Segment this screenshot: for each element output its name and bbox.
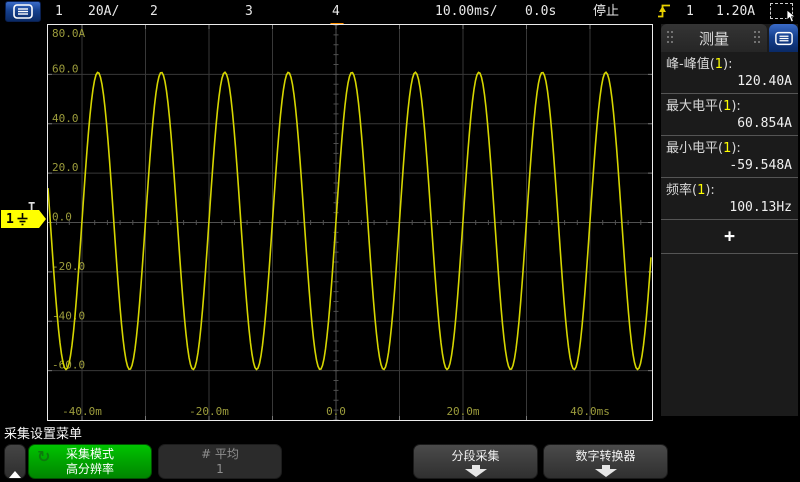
top-status-bar: 1 20A/ 2 3 4 10.00ms/ 0.0s 停止 1 1.20A [0, 0, 800, 23]
segmented-label: 分段采集 [414, 447, 537, 464]
channel-badge-number: 1 [6, 212, 14, 227]
svg-text:40.0: 40.0 [52, 112, 79, 125]
measurement-value: -59.548A [661, 157, 798, 175]
menu-icon [775, 31, 793, 46]
measurement-value: 60.854A [661, 115, 798, 133]
main-menu-button[interactable] [5, 1, 41, 22]
waveform-display: 80.0A60.040.020.00.0-20.0-40.0-60.0-40.0… [47, 24, 653, 421]
measurement-label: 最小电平(1): [661, 140, 798, 157]
measurement-list: 峰-峰值(1):120.40A最大电平(1):60.854A最小电平(1):-5… [661, 52, 798, 220]
panel-drag-handle[interactable]: 测量 [661, 24, 767, 52]
svg-text:60.0: 60.0 [52, 62, 79, 75]
channel-1-indicator[interactable]: 1 [55, 0, 63, 23]
softkey-menu-title: 采集设置菜单 [4, 423, 82, 442]
svg-text:-20.0: -20.0 [52, 260, 85, 273]
channel-1-scale[interactable]: 20A/ [88, 0, 119, 23]
measurement-row[interactable]: 峰-峰值(1):120.40A [661, 52, 798, 94]
trigger-slope-icon[interactable] [657, 3, 672, 20]
arrow-down-icon [595, 465, 617, 477]
oscilloscope-screen: 1 20A/ 2 3 4 10.00ms/ 0.0s 停止 1 1.20A 80… [0, 0, 800, 482]
back-button[interactable] [4, 444, 26, 479]
measurement-row[interactable]: 频率(1):100.13Hz [661, 178, 798, 220]
svg-text:-40.0m: -40.0m [62, 405, 102, 418]
panel-menu-button[interactable] [769, 24, 798, 52]
svg-text:40.0ms: 40.0ms [570, 405, 610, 418]
softkey-menu-area: 采集设置菜单 ↻ 采集模式 高分辨率 # 平均 1 分段采集 数字转换器 [0, 421, 800, 482]
ground-icon [17, 213, 28, 226]
average-value: 1 [159, 462, 281, 477]
measurement-value: 100.13Hz [661, 199, 798, 217]
average-label: # 平均 [159, 447, 281, 462]
add-measurement-button[interactable]: + [661, 220, 798, 254]
average-count-button[interactable]: # 平均 1 [158, 444, 282, 479]
channel-1-ground-marker[interactable]: 1 [1, 210, 39, 228]
run-state-indicator[interactable]: 停止 [593, 0, 619, 23]
drag-dots-icon [754, 31, 761, 45]
selection-tool-icon[interactable] [770, 3, 793, 19]
measurement-label: 频率(1): [661, 182, 798, 199]
svg-text:0.0: 0.0 [326, 405, 346, 418]
trigger-source[interactable]: 1 [686, 0, 694, 23]
trigger-level[interactable]: 1.20A [716, 0, 755, 23]
cursor-arrow-icon [786, 10, 797, 23]
digitizer-label: 数字转换器 [544, 447, 667, 464]
acquire-mode-button[interactable]: ↻ 采集模式 高分辨率 [28, 444, 152, 479]
drag-dots-icon [667, 31, 674, 45]
channel-4-indicator[interactable]: 4 [332, 0, 340, 23]
measurement-label: 峰-峰值(1): [661, 56, 798, 73]
svg-text:20.0m: 20.0m [446, 405, 479, 418]
channel-2-indicator[interactable]: 2 [150, 0, 158, 23]
measurement-panel-header: 测量 [661, 24, 798, 52]
svg-text:80.0A: 80.0A [52, 27, 85, 40]
channel-3-indicator[interactable]: 3 [245, 0, 253, 23]
cycle-icon: ↻ [37, 447, 50, 466]
measurement-row[interactable]: 最大电平(1):60.854A [661, 94, 798, 136]
channel-badge-arrow [39, 210, 46, 228]
digitizer-button[interactable]: 数字转换器 [543, 444, 668, 479]
segmented-acquire-button[interactable]: 分段采集 [413, 444, 538, 479]
timebase-scale[interactable]: 10.00ms/ [435, 0, 498, 23]
horizontal-delay[interactable]: 0.0s [525, 0, 556, 23]
svg-text:20.0: 20.0 [52, 161, 79, 174]
arrow-down-icon [465, 465, 487, 477]
measurement-row[interactable]: 最小电平(1):-59.548A [661, 136, 798, 178]
menu-icon [13, 4, 33, 19]
measurement-value: 120.40A [661, 73, 798, 91]
waveform-trace [48, 72, 651, 369]
arrow-up-icon [9, 452, 21, 471]
panel-title: 测量 [699, 28, 729, 49]
measurement-panel: 测量 峰-峰值(1):120.40A最大电平(1):60.854A最小电平(1)… [661, 24, 798, 416]
svg-text:-20.0m: -20.0m [189, 405, 229, 418]
svg-text:0.0: 0.0 [52, 211, 72, 224]
measurement-label: 最大电平(1): [661, 98, 798, 115]
